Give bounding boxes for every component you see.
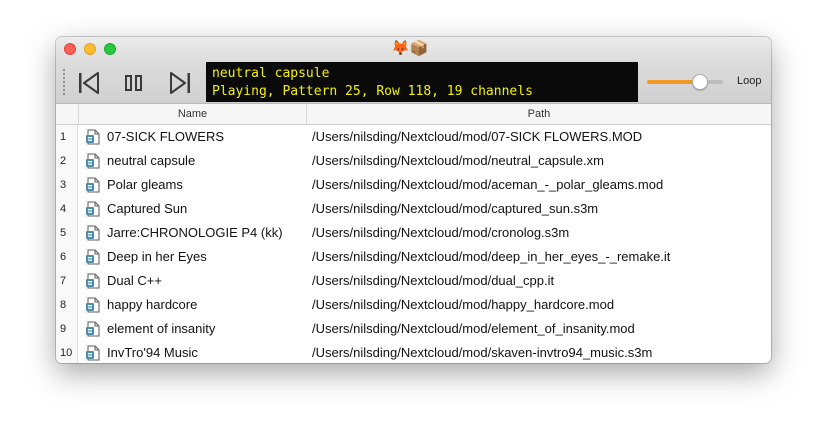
table-header: Name Path [56, 104, 771, 125]
row-number: 8 [56, 293, 78, 317]
row-number: 2 [56, 149, 78, 173]
module-file-icon [85, 177, 101, 193]
table-row[interactable]: 9 element of insanity/Users/nilsding/Next… [56, 317, 771, 341]
track-path: /Users/nilsding/Nextcloud/mod/captured_s… [312, 201, 599, 216]
pause-icon [125, 75, 142, 91]
module-file-icon [85, 129, 101, 145]
track-path: /Users/nilsding/Nextcloud/mod/dual_cpp.i… [312, 273, 555, 288]
playlist-table: 1 07-SICK FLOWERS/Users/nilsding/Nextclou… [56, 125, 771, 363]
previous-track-button[interactable] [76, 68, 104, 98]
module-file-icon [85, 297, 101, 313]
playback-status: Playing, Pattern 25, Row 118, 19 channel… [212, 84, 533, 99]
table-row[interactable]: 4 Captured Sun/Users/nilsding/Nextcloud/m… [56, 197, 771, 221]
module-file-icon [85, 225, 101, 241]
track-name: Deep in her Eyes [107, 249, 207, 264]
row-number: 1 [56, 125, 78, 149]
previous-track-icon [79, 72, 99, 94]
table-row[interactable]: 3 Polar gleams/Users/nilsding/Nextcloud/m… [56, 173, 771, 197]
volume-slider[interactable] [647, 74, 723, 90]
title-bar: 🦊📦 [56, 37, 771, 62]
row-number: 6 [56, 245, 78, 269]
track-path: /Users/nilsding/Nextcloud/mod/cronolog.s… [312, 225, 570, 240]
module-file-icon [85, 201, 101, 217]
module-file-icon [85, 153, 101, 169]
module-file-icon [85, 273, 101, 289]
window-title: 🦊📦 [391, 40, 429, 57]
next-track-icon [170, 72, 190, 94]
track-name: happy hardcore [107, 297, 198, 312]
module-file-icon [85, 249, 101, 265]
row-number: 7 [56, 269, 78, 293]
toolbar-grip[interactable] [63, 69, 65, 97]
minimize-window-button[interactable] [84, 43, 96, 55]
track-name: 07-SICK FLOWERS [107, 129, 225, 144]
close-window-button[interactable] [64, 43, 76, 55]
track-name: Dual C++ [107, 273, 162, 288]
now-playing-title: neutral capsule [212, 66, 330, 81]
row-number: 5 [56, 221, 78, 245]
track-name: element of insanity [107, 321, 216, 336]
column-header-path[interactable]: Path [307, 104, 771, 124]
row-number: 4 [56, 197, 78, 221]
track-name: Jarre:CHRONOLOGIE P4 (kk) [107, 225, 283, 240]
track-path: /Users/nilsding/Nextcloud/mod/aceman_-_p… [312, 177, 664, 192]
app-window: 🦊📦 neutral capsule Playing, Pattern 25, [56, 37, 771, 363]
table-row[interactable]: 2 neutral capsule/Users/nilsding/Nextclou… [56, 149, 771, 173]
track-path: /Users/nilsding/Nextcloud/mod/07-SICK FL… [312, 129, 643, 144]
row-number: 3 [56, 173, 78, 197]
zoom-window-button[interactable] [104, 43, 116, 55]
pause-button[interactable] [120, 68, 148, 98]
table-row[interactable]: 6 Deep in her Eyes/Users/nilsding/Nextclo… [56, 245, 771, 269]
track-path: /Users/nilsding/Nextcloud/mod/happy_hard… [312, 297, 615, 312]
table-row[interactable]: 10 InvTro'94 Music/Users/nilsding/Nextclo… [56, 341, 771, 363]
column-header-name[interactable]: Name [79, 104, 307, 124]
row-number: 9 [56, 317, 78, 341]
table-row[interactable]: 8 happy hardcore/Users/nilsding/Nextcloud… [56, 293, 771, 317]
row-number: 10 [56, 341, 78, 363]
track-name: neutral capsule [107, 153, 196, 168]
now-playing-display: neutral capsule Playing, Pattern 25, Row… [206, 62, 638, 102]
track-path: /Users/nilsding/Nextcloud/mod/neutral_ca… [312, 153, 604, 168]
loop-label[interactable]: Loop [737, 75, 761, 87]
toolbar: neutral capsule Playing, Pattern 25, Row… [56, 62, 771, 104]
track-path: /Users/nilsding/Nextcloud/mod/deep_in_he… [312, 249, 671, 264]
volume-slider-knob[interactable] [692, 74, 709, 90]
track-name: Polar gleams [107, 177, 183, 192]
column-header-number[interactable] [56, 104, 79, 124]
next-track-button[interactable] [166, 68, 194, 98]
table-row[interactable]: 1 07-SICK FLOWERS/Users/nilsding/Nextclou… [56, 125, 771, 149]
table-row[interactable]: 5 Jarre:CHRONOLOGIE P4 (kk) /Users/nilsdin… [56, 221, 771, 245]
module-file-icon [85, 321, 101, 337]
track-path: /Users/nilsding/Nextcloud/mod/element_of… [312, 321, 635, 336]
track-name: Captured Sun [107, 201, 188, 216]
track-path: /Users/nilsding/Nextcloud/mod/skaven-inv… [312, 345, 653, 360]
module-file-icon [85, 345, 101, 361]
track-name: InvTro'94 Music [107, 345, 198, 360]
table-row[interactable]: 7 Dual C++ /Users/nilsding/Nextcloud/mod/d… [56, 269, 771, 293]
